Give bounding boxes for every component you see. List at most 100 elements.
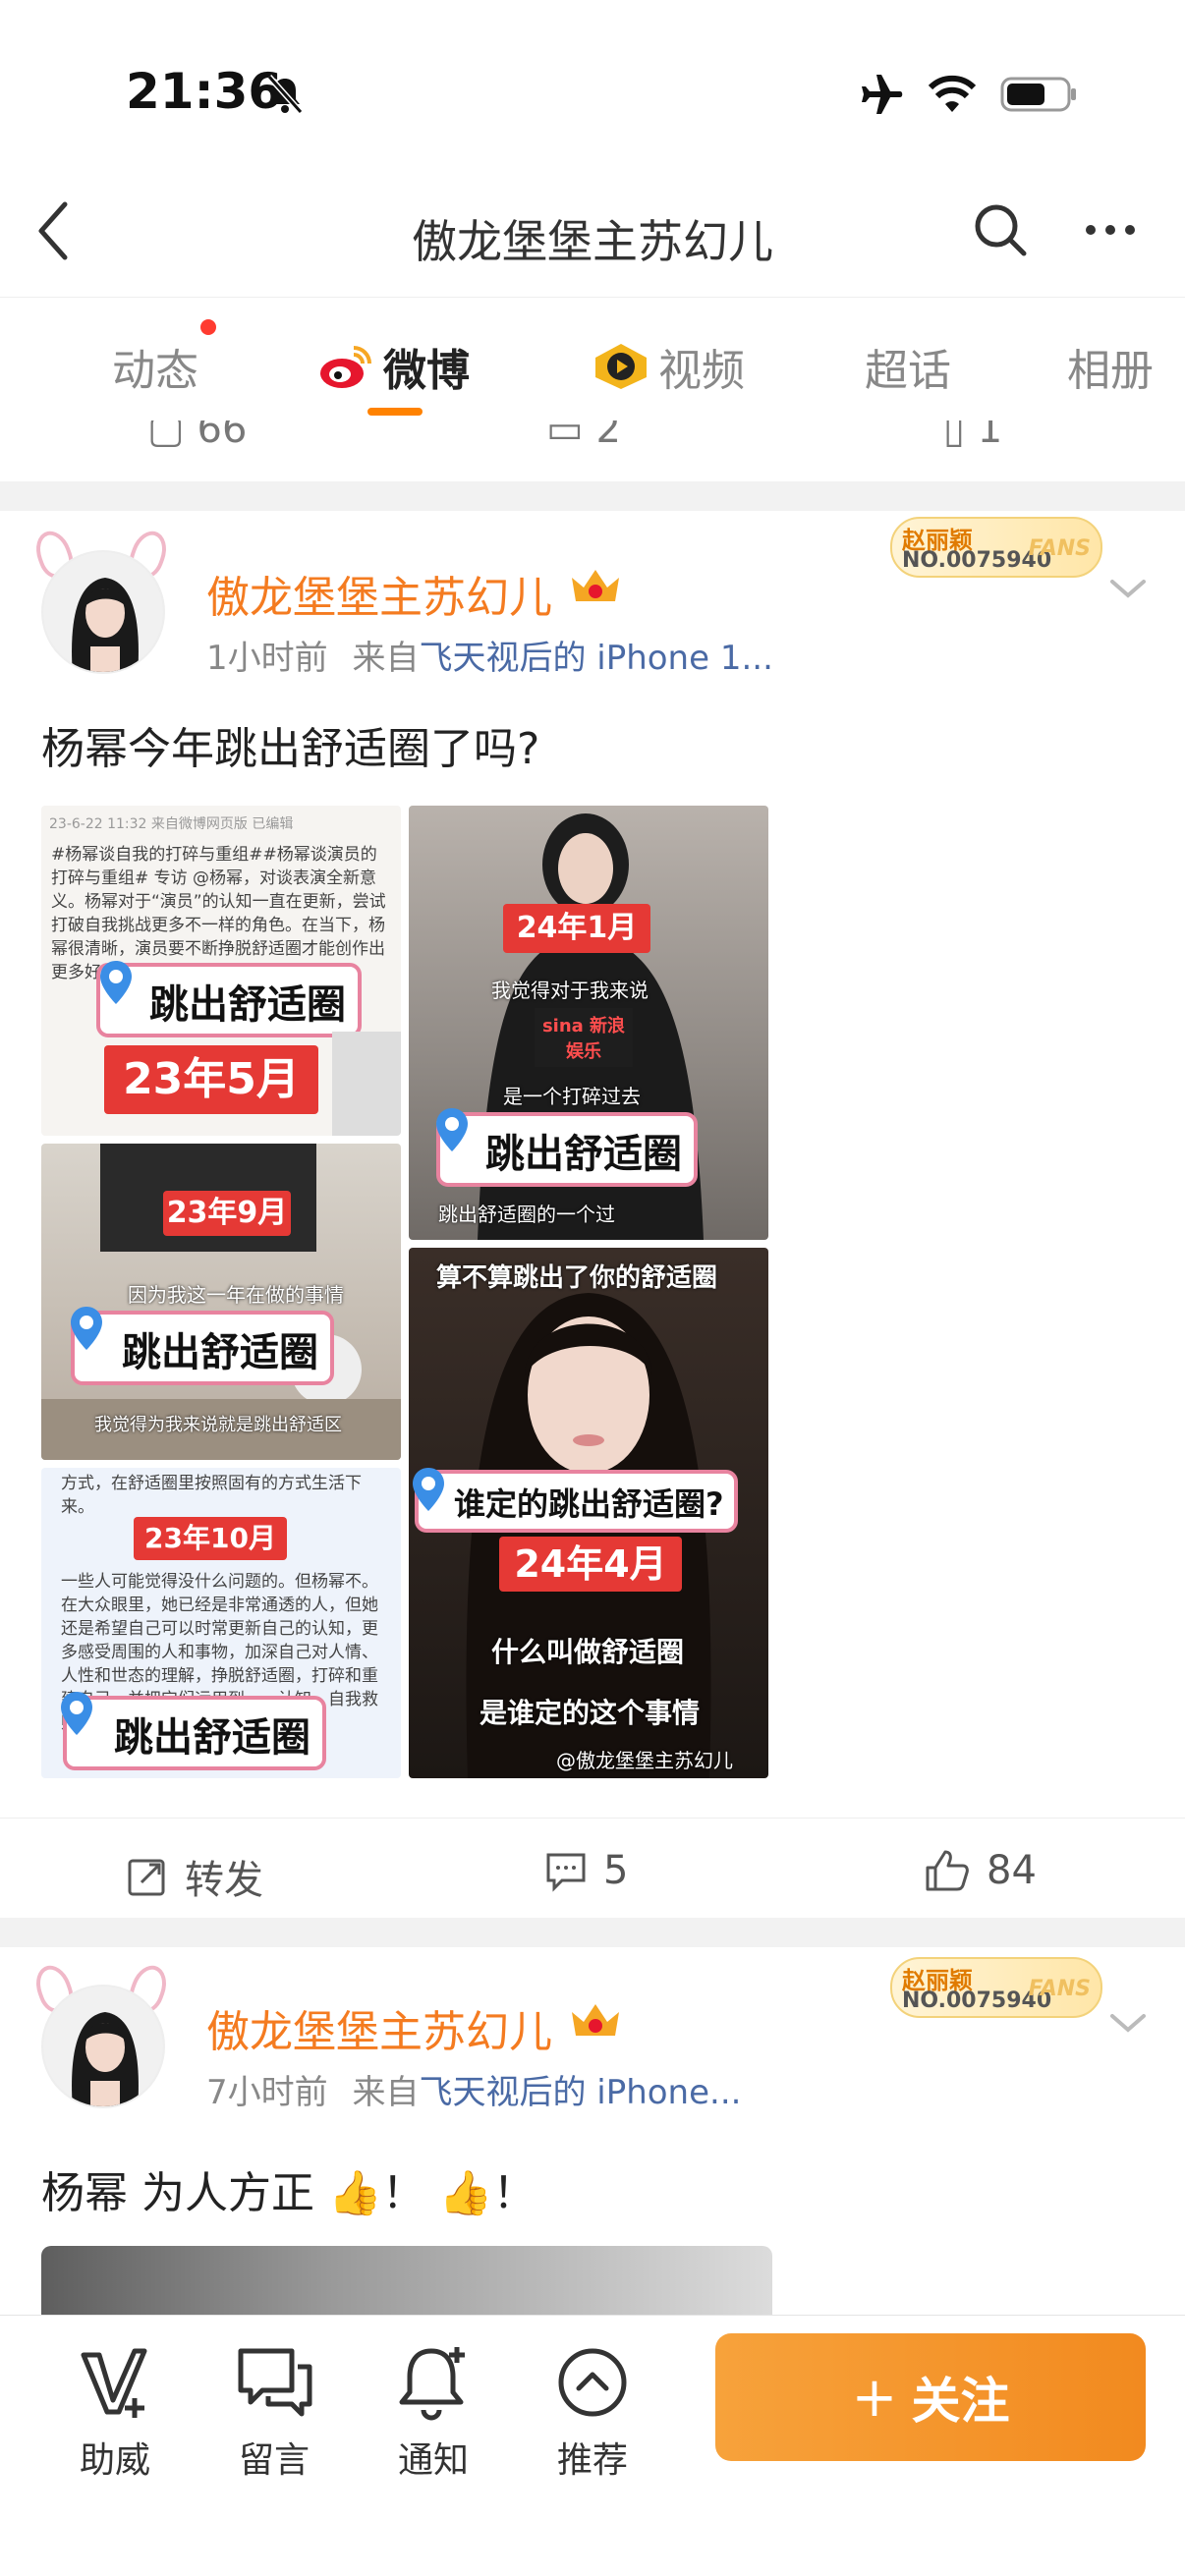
image-23-sep[interactable]: 23年9月 因为我这一年在做的事情 跳出舒适圈 我觉得为我来说就是跳出舒适区 [41, 1144, 401, 1460]
cheer-label: 助威 [79, 2440, 150, 2481]
video-caption: 是谁定的这个事情 [480, 1697, 701, 1729]
video-caption: 跳出舒适圈的一个过 [438, 1203, 615, 1226]
tab-weibo[interactable]: 微博 [316, 335, 470, 398]
wifi-icon [928, 75, 977, 112]
post-actions: 转发 5 84 [0, 1818, 1185, 1926]
tab-label: 动态 [112, 346, 198, 396]
video-caption: 因为我这一年在做的事情 [128, 1283, 344, 1307]
repost-icon [128, 1859, 165, 1896]
follow-button[interactable]: + 关注 [715, 2333, 1146, 2461]
tab-label: 视频 [658, 346, 745, 396]
recommend-label: 推荐 [556, 2440, 628, 2481]
message-label: 留言 [238, 2440, 310, 2481]
tab-super-topic[interactable]: 超话 [865, 335, 951, 398]
bell-icon [399, 2347, 465, 2421]
notify-label: 通知 [397, 2440, 469, 2481]
fan-badge-fans: FANS [1028, 536, 1091, 561]
video-caption: 什么叫做舒适圈 [491, 1636, 685, 1668]
post-meta: 1小时前 来自飞天视后的 iPhone 1... [206, 631, 773, 679]
tab-video[interactable]: 视频 [593, 335, 745, 398]
post-time: 1小时前 [206, 639, 328, 678]
tab-label: 微博 [383, 346, 470, 396]
tab-feed[interactable]: 动态 [112, 335, 198, 398]
vip-crown-icon [572, 2004, 619, 2036]
plus-icon: + [851, 2365, 898, 2430]
tab-album[interactable]: 相册 [1067, 335, 1154, 398]
fan-badge-fans: FANS [1028, 1977, 1091, 2001]
image-article-header: 23-6-22 11:32 来自微博网页版 已编辑 [49, 816, 294, 832]
image-caption-pill: 跳出舒适圈 [63, 1696, 326, 1770]
divider [0, 481, 1185, 511]
like-count[interactable]: ▯ 1 [943, 420, 1002, 452]
location-pin-icon [100, 961, 132, 1004]
vip-crown-icon [572, 570, 619, 601]
message-button[interactable]: 留言 [210, 2341, 338, 2483]
comment-button[interactable]: 5 [544, 1848, 628, 1893]
fan-badge[interactable]: 赵丽颖 NO.0075940 FANS [890, 1957, 1102, 2018]
cheer-icon [81, 2348, 147, 2418]
status-time: 21:36 [126, 63, 283, 120]
recommend-icon [558, 2348, 627, 2417]
image-caption-pill: 跳出舒适圈 [71, 1311, 334, 1385]
airplane-mode-icon [862, 75, 903, 114]
post-image-grid[interactable]: 23-6-22 11:32 来自微博网页版 已编辑 #杨幂谈自我的打碎与重组##… [41, 806, 768, 1778]
watermark: @傲龙堡堡主苏幻儿 [556, 1749, 733, 1772]
repost-count[interactable]: ▢ 66 [147, 420, 247, 452]
comment-count[interactable]: ▭ 2 [546, 420, 621, 452]
date-tag: 23年10月 [134, 1517, 287, 1560]
location-pin-icon [413, 1468, 444, 1511]
search-icon[interactable] [971, 200, 1030, 259]
image-caption-pill: 跳出舒适圈 [436, 1112, 698, 1187]
image-24-apr[interactable]: 算不算跳出了你的舒适圈 谁定的跳出舒适圈? 24年4月 什么叫做舒适圈 是谁定的… [409, 1248, 768, 1778]
image-caption-pill: 跳出舒适圈 [96, 963, 362, 1037]
post-text: 杨幂今年跳出舒适圈了吗? [41, 724, 540, 774]
weibo-post[interactable]: 傲龙堡堡主苏幻儿 1小时前 来自飞天视后的 iPhone 1... 赵丽颖 NO… [0, 511, 1185, 1916]
post-image[interactable] [41, 2246, 772, 2315]
profile-tabs: 动态 微博 视频 超话 相册 [0, 297, 1185, 420]
chevron-down-icon[interactable] [1106, 2008, 1150, 2038]
repost-button[interactable]: 转发 [126, 1848, 263, 1905]
avatar[interactable] [29, 1960, 173, 2108]
post-time: 7小时前 [206, 2073, 328, 2112]
avatar-image [43, 1987, 163, 2106]
post-source[interactable]: 飞天视后的 iPhone... [419, 2073, 741, 2112]
post-meta: 7小时前 来自飞天视后的 iPhone... [206, 2065, 741, 2113]
comment-icon [546, 1853, 586, 1892]
comment-count: 5 [603, 1848, 629, 1893]
profile-header: 傲龙堡堡主苏幻儿 [0, 167, 1185, 295]
more-options-icon[interactable] [1081, 200, 1140, 259]
date-tag: 24年4月 [499, 1537, 682, 1592]
like-button[interactable]: 84 [924, 1848, 1037, 1893]
fan-badge[interactable]: 赵丽颖 NO.0075940 FANS [890, 517, 1102, 578]
post-author[interactable]: 傲龙堡堡主苏幻儿 [206, 1996, 552, 2059]
post-source-prefix: 来自 [352, 639, 420, 678]
image-caption-pill: 谁定的跳出舒适圈? [415, 1470, 738, 1533]
image-23-may[interactable]: 23-6-22 11:32 来自微博网页版 已编辑 #杨幂谈自我的打碎与重组##… [41, 806, 401, 1136]
image-headline: 算不算跳出了你的舒适圈 [436, 1263, 718, 1293]
cheer-button[interactable]: 助威 [51, 2341, 179, 2483]
image-24-jan[interactable]: 24年1月 我觉得对于我来说 sina 新浪娱乐 是一个打碎过去 跳出舒适圈 跳… [409, 806, 768, 1240]
divider [0, 1918, 1185, 1947]
video-caption: 我觉得对于我来说 [491, 979, 649, 1002]
notification-dot [200, 319, 216, 335]
repost-label: 转发 [185, 1858, 263, 1903]
chevron-down-icon[interactable] [1106, 574, 1150, 603]
sina-logo: sina 新浪娱乐 [535, 1008, 633, 1067]
post-source[interactable]: 飞天视后的 iPhone 1... [419, 639, 772, 678]
tab-label: 超话 [865, 346, 951, 396]
post-source-prefix: 来自 [352, 2073, 420, 2112]
thumbs-up-icon [926, 1850, 969, 1891]
post-author[interactable]: 傲龙堡堡主苏幻儿 [206, 562, 552, 625]
location-pin-icon [61, 1692, 92, 1735]
video-caption: 是一个打碎过去 [503, 1085, 641, 1108]
notify-button[interactable]: 通知 [369, 2341, 497, 2483]
previous-post-actions: ▢ 66 ▭ 2 ▯ 1 [0, 420, 1185, 479]
weibo-logo-icon [320, 346, 371, 388]
tab-label: 相册 [1067, 346, 1154, 396]
weibo-post[interactable]: 傲龙堡堡主苏幻儿 7小时前 来自飞天视后的 iPhone... 赵丽颖 NO.0… [0, 1947, 1185, 2315]
image-23-oct[interactable]: 方式，在舒适圈里按照固有的方式生活下来。 23年10月 一些人可能觉得没什么问题… [41, 1468, 401, 1778]
recommend-button[interactable]: 推荐 [529, 2341, 656, 2483]
avatar[interactable] [29, 526, 173, 674]
status-bar: 21:36 [0, 0, 1185, 167]
bottom-action-bar: 助威 留言 通知 推荐 + 关注 [0, 2315, 1185, 2576]
